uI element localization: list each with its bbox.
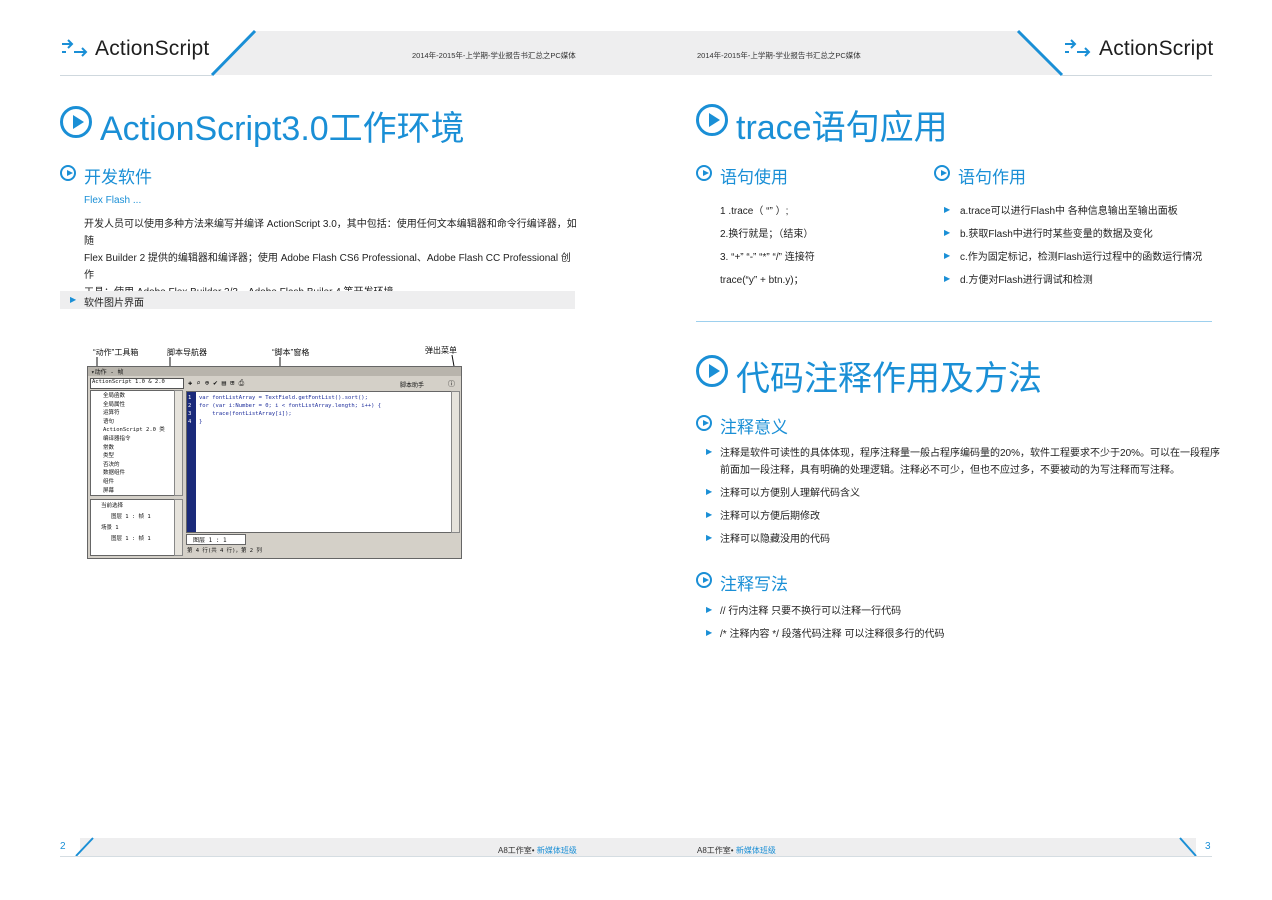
toolbox-tree-item[interactable]: 类型 [93,452,175,461]
navigator-item[interactable]: 图层 1 : 帧 1 [93,534,175,545]
meaning-item: 注释可以方便后期修改 [720,511,820,522]
toolbox-tree-item[interactable]: 全局属性 [93,401,175,410]
meaning-item: 注释可以隐藏没用的代码 [720,534,830,545]
right-page-title-trace: trace语句应用 [736,109,948,147]
nav-list: 当前选择 图层 1 : 帧 1 场景 1 图层 1 : 帧 1 [91,500,175,545]
page-number-right: 3 [1205,841,1211,852]
script-navigator: 当前选择 图层 1 : 帧 1 场景 1 图层 1 : 帧 1 [90,499,176,556]
triangle-bullet-icon: ▶ [706,605,713,614]
effect-item: a.trace可以进行Flash中 各种信息输出至输出面板 [960,206,1178,217]
code-line[interactable]: for (var i:Number = 0; i < fontListArray… [199,402,381,410]
section-divider [696,321,1212,322]
script-toolbar: ✚ ⌕ ⊕ ✔ ▤ ⊞ ⎙ 脚本助手 ⓘ [186,378,459,390]
play-circle-icon [696,415,712,431]
page-number-left: 2 [60,841,66,852]
code-lines: var fontListArray = TextField.getFontLis… [199,394,381,426]
toolbox-tree-item[interactable]: 运算符 [93,409,175,418]
footer-studio-name: A8工作室• [697,846,734,855]
play-circle-icon [934,165,950,181]
header-logo-right: ActionScript [1099,37,1214,60]
triangle-bullet-icon: ▶ [706,447,713,456]
triangle-bullet-icon: ▶ [944,274,951,283]
line-number[interactable]: 1 [188,394,191,402]
arrows-logo-icon [1065,39,1091,57]
actions-toolbox-tree: 全局函数 全局属性 运算符 语句 ActionScript 2.0 类编译器指令 常数 类型… [90,390,176,496]
tree-list: 全局函数 全局属性 运算符 语句 ActionScript 2.0 类编译器指令 常数 类型… [91,391,175,495]
script-tab[interactable]: 图层 1 : 1 [186,534,246,545]
play-circle-icon [696,355,728,387]
flash-actions-panel-screenshot: ▾动作 - 帧 ActionScript 1.0 & 2.0 全局函数 全局属性运… [87,366,462,559]
heading-statement-effect: 语句作用 [958,168,1026,187]
footer-class-name: 新媒体班级 [735,846,776,855]
code-line[interactable]: var fontListArray = TextField.getFontLis… [199,394,381,402]
help-icon[interactable]: ⓘ [448,379,455,389]
tree-scrollbar[interactable] [174,390,183,496]
triangle-bullet-icon: ▶ [706,533,713,542]
script-tab-label: 图层 1 : 1 [193,537,227,544]
navigator-item[interactable]: 当前选择 [93,501,175,512]
effect-item: c.作为固定标记，检测Flash运行过程中的函数运行情况 [960,252,1203,263]
triangle-bullet-icon: ▶ [944,205,951,214]
meaning-line: 注释是软件可读性的具体体现，程序注释量一般占程序编码量的20%，软件工程要求不少… [720,448,1221,459]
right-page-title-comments: 代码注释作用及方法 [736,360,1042,398]
toolbox-tree-item[interactable]: 数据组件 [93,469,175,478]
play-circle-icon [696,104,728,136]
navigator-item[interactable]: 场景 1 [93,523,175,534]
usage-line: trace(“y” + btn.y)； [720,275,804,286]
toolbox-tree-item[interactable]: 屏幕 [93,487,175,495]
actions-dropdown[interactable]: ActionScript 1.0 & 2.0 [90,378,184,389]
nav-scrollbar[interactable] [174,499,183,556]
triangle-bullet-icon: ▶ [706,510,713,519]
heading-comment-writing: 注释写法 [720,575,788,594]
line-number[interactable]: 2 [188,402,191,410]
script-assist-button[interactable]: 脚本助手 [400,380,424,389]
triangle-bullet-icon: ▶ [944,251,951,260]
toolbox-tree-item[interactable]: 否决的 [93,461,175,470]
script-scrollbar[interactable] [451,391,460,533]
toolbox-tree-item[interactable]: 组件 [93,478,175,487]
triangle-bullet-icon: ▶ [706,628,713,637]
line-number[interactable]: 4 [188,418,191,426]
footer-studio-left: A8工作室• 新媒体班级 [498,845,577,856]
footer-class-name: 新媒体班级 [536,846,577,855]
writing-item: // 行内注释 只要不换行可以注释一行代码 [720,606,902,617]
footer-decoration [60,837,1212,857]
meaning-line: 前面加一段注释，具有明确的处理逻辑。注释必不可少，但也不应过多，不要被动的为写注… [720,465,1180,476]
toolbox-tree-item[interactable]: 全局函数 [93,392,175,401]
play-circle-icon [696,572,712,588]
navigator-item[interactable]: 图层 1 : 帧 1 [93,512,175,523]
play-circle-icon [696,165,712,181]
heading-comment-meaning: 注释意义 [720,418,788,437]
triangle-bullet-icon: ▶ [706,487,713,496]
toolbox-tree-item[interactable]: 编译器指令 [93,435,175,444]
line-numbers: 1234 [188,394,191,426]
writing-item: /* 注释内容 */ 段落代码注释 可以注释很多行的代码 [720,629,945,640]
footer-studio-name: A8工作室• [498,846,535,855]
toolbox-tree-item[interactable]: ActionScript 2.0 类 [93,426,175,435]
status-line: 第 4 行(共 4 行)，第 2 列 [187,548,262,554]
triangle-bullet-icon: ▶ [944,228,951,237]
code-line[interactable]: } [199,418,381,426]
usage-line: 1 .trace（ “” ）; [720,206,789,217]
header-title-right: 2014年-2015年-上学期-学业报告书汇总之PC媒体 [697,51,861,60]
dropdown-value: ActionScript 1.0 & 2.0 [92,379,165,385]
toolbar-icons: ✚ ⌕ ⊕ ✔ ▤ ⊞ ⎙ [188,379,245,387]
panel-titlebar: ▾动作 - 帧 [88,367,461,376]
footer-studio-right: A8工作室• 新媒体班级 [697,845,776,856]
usage-line: 3. “+” “-” “*” “/” 连接符 [720,252,815,263]
effect-item: b.获取Flash中进行时某些变量的数据及变化 [960,229,1153,240]
toolbox-tree-item[interactable]: 常数 [93,444,175,453]
effect-item: d.方便对Flash进行调试和检测 [960,275,1093,286]
line-number[interactable]: 3 [188,410,191,418]
heading-statement-usage: 语句使用 [720,168,788,187]
panel-title: ▾动作 - 帧 [91,369,124,376]
meaning-item: 注释可以方便别人理解代码含义 [720,488,860,499]
code-line[interactable]: trace(fontListArray[i]); [199,410,381,418]
script-pane[interactable]: 1234 var fontListArray = TextField.getFo… [186,391,453,533]
usage-line: 2.换行就是；（结束） [720,229,814,240]
toolbox-tree-item[interactable]: 语句 [93,418,175,427]
